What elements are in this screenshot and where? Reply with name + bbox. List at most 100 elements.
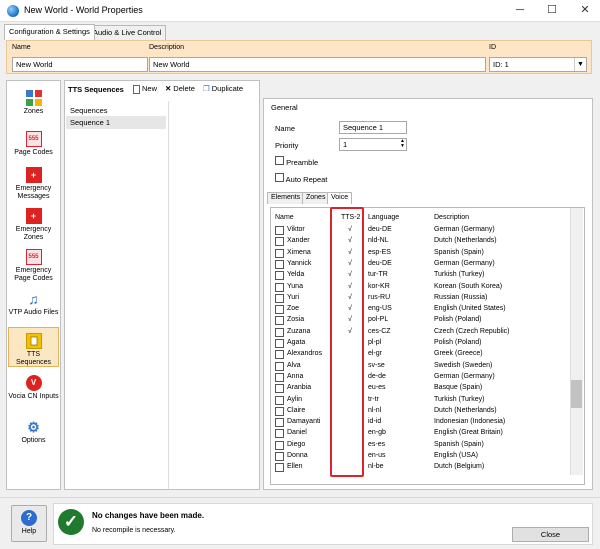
voice-language: kor-KR: [368, 282, 390, 290]
table-row[interactable]: Damayanti id-id Indonesian (Indonesia): [271, 416, 571, 428]
voice-description: Russian (Russia): [434, 293, 488, 301]
table-row[interactable]: Yannick √ deu-DE German (Germany): [271, 258, 571, 269]
world-info-panel: Name New World Description New World ID …: [6, 40, 592, 74]
voice-checkbox[interactable]: [275, 271, 284, 281]
table-row[interactable]: Yuna √ kor-KR Korean (South Korea): [271, 281, 571, 292]
delete-x-icon: ✕: [165, 84, 172, 93]
voice-language: pl-pl: [368, 339, 382, 346]
nav-label-emergency-zones: Emergency Zones: [15, 226, 52, 241]
voice-checkbox[interactable]: [275, 429, 284, 439]
nav-label-vtp-audio-files: VTP Audio Files: [8, 309, 59, 316]
tab-zones[interactable]: Zones: [302, 192, 330, 204]
voice-checkbox[interactable]: [275, 327, 284, 337]
voice-name: Diego: [287, 440, 306, 448]
voice-description: Polish (Poland): [434, 339, 482, 346]
voice-checkbox[interactable]: [275, 418, 284, 428]
table-row[interactable]: Alexandros el-gr Greek (Greece): [271, 348, 571, 360]
duplicate-button[interactable]: ❐ Duplicate: [203, 84, 243, 93]
table-row[interactable]: Zosia √ pol-PL Polish (Poland): [271, 314, 571, 326]
voice-description: Swedish (Sweden): [434, 361, 493, 369]
table-row[interactable]: Viktor √ deu-DE German (Germany): [271, 224, 571, 235]
voice-language: pol-PL: [368, 316, 389, 324]
nav-item-emergency-page-codes[interactable]: 555 Emergency Page Codes: [8, 249, 59, 283]
voice-checkbox[interactable]: [275, 406, 284, 416]
voice-checkbox[interactable]: [275, 237, 284, 247]
voice-scrollbar[interactable]: [570, 208, 583, 475]
voice-description: Greek (Greece): [434, 350, 483, 358]
tab-elements[interactable]: Elements: [267, 192, 305, 204]
voice-checkbox[interactable]: [275, 440, 284, 450]
nav-item-tts-sequences[interactable]: TTS Sequences: [8, 327, 59, 367]
minimize-button[interactable]: ─: [505, 0, 535, 22]
voice-checkbox[interactable]: [275, 463, 284, 473]
id-dropdown[interactable]: ID: 1 ▼: [489, 57, 587, 72]
voice-name: Anna: [287, 372, 304, 380]
voice-checkbox[interactable]: [275, 384, 284, 394]
table-row[interactable]: Alva sv-se Swedish (Sweden): [271, 360, 571, 371]
world-name-field[interactable]: New World: [12, 57, 148, 72]
voice-checkbox[interactable]: [275, 361, 284, 371]
nav-item-options[interactable]: ⚙ Options: [8, 419, 59, 445]
help-label: Help: [21, 528, 37, 535]
voice-checkbox[interactable]: [275, 259, 284, 269]
voice-checkbox[interactable]: [275, 395, 284, 405]
nav-item-emergency-messages[interactable]: + Emergency Messages: [8, 167, 59, 201]
nav-item-vocia-cn-inputs[interactable]: V Vocia CN Inputs: [8, 375, 59, 401]
table-row[interactable]: Aylin tr-tr Turkish (Turkey): [271, 394, 571, 405]
table-row[interactable]: Yuri √ rus-RU Russian (Russia): [271, 292, 571, 303]
table-row[interactable]: Zoe √ eng-US English (United States): [271, 303, 571, 315]
table-row[interactable]: Diego es-es Spanish (Spain): [271, 439, 571, 450]
voice-scrollbar-thumb[interactable]: [571, 380, 582, 408]
table-row[interactable]: Anna de-de German (Germany): [271, 371, 571, 382]
nav-item-vtp-audio-files[interactable]: ♫ VTP Audio Files: [8, 291, 59, 317]
table-row[interactable]: Claire nl-nl Dutch (Netherlands): [271, 405, 571, 416]
maximize-button[interactable]: ☐: [537, 0, 567, 22]
tab-voice[interactable]: Voice: [327, 192, 353, 204]
close-window-button[interactable]: ✕: [570, 0, 600, 22]
status-title: No changes have been made.: [92, 511, 205, 520]
id-value: ID: 1: [493, 60, 509, 69]
voice-language: eu-es: [368, 384, 386, 392]
voice-name: Daniel: [287, 429, 307, 437]
left-navigation: Zones 555 Page Codes + Emergency Message…: [6, 80, 61, 490]
world-description-field[interactable]: New World: [149, 57, 486, 72]
sequence-name-field[interactable]: Sequence 1: [339, 121, 407, 134]
delete-button[interactable]: ✕ Delete: [165, 84, 195, 93]
table-row[interactable]: Daniel en-gb English (Great Britain): [271, 427, 571, 439]
name-label: Name: [12, 44, 31, 51]
priority-stepper[interactable]: 1 ▲ ▼: [339, 138, 407, 151]
new-button[interactable]: New: [133, 84, 157, 94]
table-row[interactable]: Yelda √ tur-TR Turkish (Turkey): [271, 269, 571, 281]
nav-item-page-codes[interactable]: 555 Page Codes: [8, 131, 59, 157]
voice-checkbox[interactable]: [275, 282, 284, 292]
tab-audio-live-control[interactable]: Audio & Live Control: [88, 25, 167, 40]
help-button[interactable]: ? Help: [11, 505, 47, 542]
table-row[interactable]: Ellen nl-be Dutch (Belgium): [271, 461, 571, 473]
voice-name: Claire: [287, 406, 306, 414]
nav-item-zones[interactable]: Zones: [8, 90, 59, 116]
voice-checkbox[interactable]: [275, 293, 284, 303]
voice-checkbox[interactable]: [275, 305, 284, 315]
auto-repeat-checkbox[interactable]: Auto Repeat: [275, 173, 327, 184]
table-row[interactable]: Agata pl-pl Polish (Poland): [271, 337, 571, 348]
voice-checkbox[interactable]: [275, 226, 284, 235]
voice-checkbox[interactable]: [275, 452, 284, 461]
voice-checkbox[interactable]: [275, 339, 284, 348]
preamble-checkbox[interactable]: Preamble: [275, 156, 318, 167]
voice-language: de-de: [368, 372, 386, 380]
table-row[interactable]: Ximena √ esp-ES Spanish (Spain): [271, 247, 571, 258]
voice-name: Alexandros: [287, 350, 323, 358]
list-item-sequence[interactable]: Sequence 1: [66, 116, 166, 129]
table-row[interactable]: Aranbia eu-es Basque (Spain): [271, 382, 571, 394]
voice-checkbox[interactable]: [275, 316, 284, 326]
voice-checkbox[interactable]: [275, 248, 284, 258]
voice-checkbox[interactable]: [275, 350, 284, 360]
tab-configuration-settings[interactable]: Configuration & Settings: [4, 24, 95, 40]
voice-language: el-gr: [368, 350, 383, 358]
table-row[interactable]: Donna en-us English (USA): [271, 450, 571, 461]
voice-checkbox[interactable]: [275, 372, 284, 382]
table-row[interactable]: Xander √ nld-NL Dutch (Netherlands): [271, 235, 571, 247]
nav-item-emergency-zones[interactable]: + Emergency Zones: [8, 208, 59, 242]
table-row[interactable]: Zuzana √ ces-CZ Czech (Czech Republic): [271, 326, 571, 337]
close-button[interactable]: Close: [512, 527, 589, 542]
